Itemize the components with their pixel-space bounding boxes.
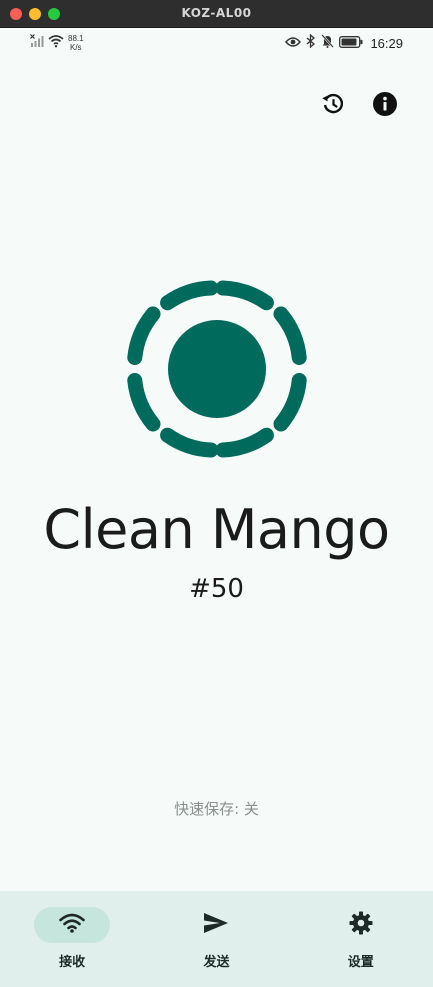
window-titlebar: KOZ-AL00	[0, 0, 433, 28]
no-signal-icon	[30, 34, 44, 53]
nav-receive-pill	[34, 907, 111, 943]
info-button[interactable]	[371, 91, 399, 122]
bottom-navigation: 接收 发送 设置	[0, 891, 433, 987]
nav-send-label: 发送	[203, 955, 230, 970]
net-speed-unit: K/s	[70, 43, 82, 52]
nav-receive-label: 接收	[59, 955, 86, 970]
window-title: KOZ-AL00	[181, 6, 252, 20]
send-icon	[203, 912, 229, 939]
bluetooth-icon	[306, 33, 316, 53]
battery-icon	[339, 35, 363, 53]
nav-send[interactable]: 发送	[161, 907, 271, 987]
nav-settings[interactable]: 设置	[306, 907, 416, 987]
status-time: 16:29	[370, 36, 403, 51]
wifi-status-icon	[48, 34, 64, 53]
nav-receive[interactable]: 接收	[17, 907, 127, 987]
gear-icon	[349, 911, 373, 940]
nav-send-pill	[178, 907, 254, 943]
app-logo	[124, 276, 310, 462]
nav-settings-pill	[323, 907, 399, 943]
info-icon	[372, 91, 398, 122]
eye-icon	[285, 35, 302, 53]
wifi-icon	[59, 913, 85, 938]
device-id: #50	[189, 574, 244, 604]
silent-bell-icon	[321, 34, 335, 53]
history-icon	[320, 91, 346, 122]
phone-screen: 88.1 K/s 16:29 Clean Mango #50 快速保存: 关 接…	[0, 28, 433, 987]
status-bar: 88.1 K/s 16:29	[0, 28, 433, 58]
history-button[interactable]	[319, 92, 347, 120]
device-name: Clean Mango	[43, 498, 390, 561]
top-actions	[319, 91, 399, 122]
net-speed: 88.1 K/s	[68, 34, 84, 52]
quick-save-toggle[interactable]: 快速保存: 关	[0, 798, 433, 819]
net-speed-value: 88.1	[68, 34, 84, 43]
nav-settings-label: 设置	[347, 955, 374, 970]
